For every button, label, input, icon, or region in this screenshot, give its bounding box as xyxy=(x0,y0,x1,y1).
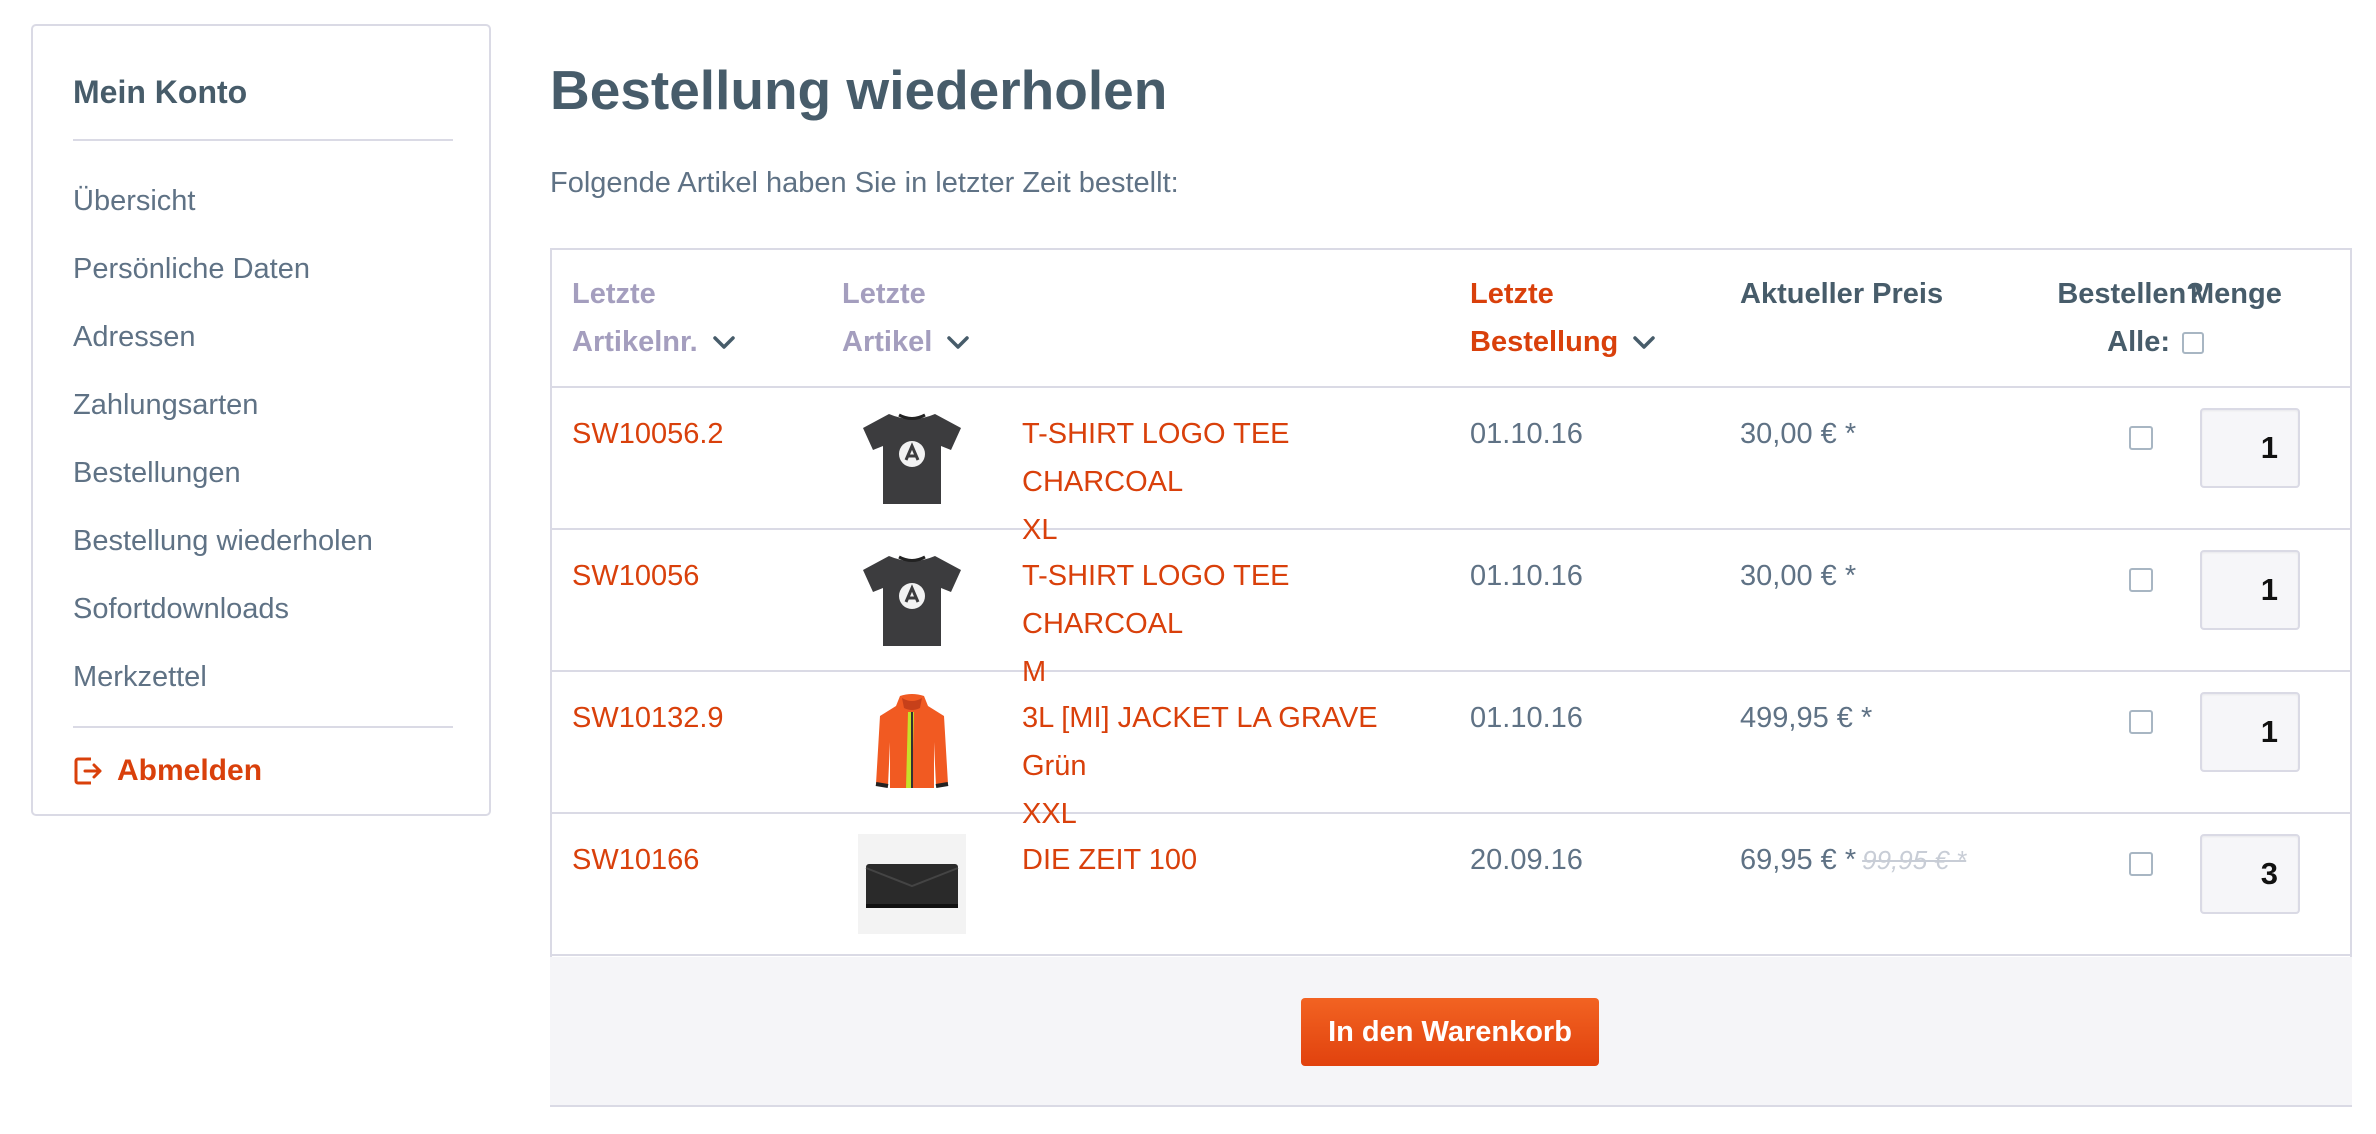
sort-by-article-number[interactable]: Letzte Artikelnr. xyxy=(572,270,736,366)
quantity-input[interactable]: 1 xyxy=(2200,408,2300,488)
order-checkbox[interactable] xyxy=(2129,852,2153,876)
header-quantity: Menge xyxy=(2190,278,2282,310)
sidebar-divider xyxy=(73,726,453,728)
table-row: SW10132.9 3L [MI] JACKET LA GRAVE Grün X… xyxy=(552,672,2350,830)
table-header: Letzte Artikelnr. Letzte Artikel Letzte … xyxy=(552,250,2350,388)
wallet-image xyxy=(858,834,966,934)
sidebar-item-merkzettel[interactable]: Merkzettel xyxy=(73,660,373,728)
tshirt-image xyxy=(863,555,961,646)
table-row: SW10166 DIE ZEIT 100 20.09.16 69,95 € * 9… xyxy=(552,814,2350,956)
header-label: Bestellen? xyxy=(2057,278,2204,310)
product-name-link[interactable]: DIE ZEIT 100 xyxy=(1022,836,1442,884)
product-image[interactable] xyxy=(857,834,967,934)
current-price: 30,00 € * xyxy=(1740,552,1856,600)
table-row: SW10056.2 T-SHIRT LOGO TEE CHARCOAL XL 0… xyxy=(552,388,2350,546)
article-number-link[interactable]: SW10056 xyxy=(572,552,699,600)
quantity-input[interactable]: 1 xyxy=(2200,692,2300,772)
header-label: Artikelnr. xyxy=(572,326,698,358)
table-row: SW10056 T-SHIRT LOGO TEE CHARCOAL M 01.1… xyxy=(552,530,2350,688)
tshirt-image xyxy=(863,413,961,504)
chevron-down-icon xyxy=(947,336,970,350)
quantity-input[interactable]: 1 xyxy=(2200,550,2300,630)
old-price: 99,95 € * xyxy=(1862,845,1967,875)
sidebar-item-persoenliche-daten[interactable]: Persönliche Daten xyxy=(73,252,373,320)
logout-icon xyxy=(74,757,102,785)
current-price: 499,95 € * xyxy=(1740,694,1872,742)
quantity-input[interactable]: 3 xyxy=(2200,834,2300,914)
header-label: Letzte xyxy=(1470,278,1554,310)
sidebar-item-sofortdownloads[interactable]: Sofortdownloads xyxy=(73,592,373,660)
sidebar-title: Mein Konto xyxy=(73,74,248,110)
chevron-down-icon xyxy=(1633,336,1655,350)
product-name-line: T-SHIRT LOGO TEE CHARCOAL xyxy=(1022,560,1290,640)
header-label: Letzte xyxy=(842,278,926,310)
intro-text: Folgende Artikel haben Sie in letzter Ze… xyxy=(550,167,1179,199)
header-order-select: Bestellen? Alle: xyxy=(2012,270,2204,366)
sidebar-item-zahlungsarten[interactable]: Zahlungsarten xyxy=(73,388,373,456)
article-number-link[interactable]: SW10132.9 xyxy=(572,694,724,742)
select-all-label: Alle: xyxy=(2107,326,2170,358)
sidebar-nav: Übersicht Persönliche Daten Adressen Zah… xyxy=(73,184,373,728)
select-all-checkbox[interactable] xyxy=(2182,332,2204,355)
jacket-image xyxy=(875,694,949,788)
current-price: 30,00 € * xyxy=(1740,410,1856,458)
article-number-link[interactable]: SW10166 xyxy=(572,836,699,884)
last-order-date: 01.10.16 xyxy=(1470,560,1583,592)
header-current-price: Aktueller Preis xyxy=(1740,278,1944,310)
table-footer: In den Warenkorb xyxy=(550,957,2352,1107)
sidebar-item-bestellung-wiederholen[interactable]: Bestellung wiederholen xyxy=(73,524,373,592)
product-name-line: 3L [MI] JACKET LA GRAVE Grün xyxy=(1022,702,1378,782)
price-value: 69,95 € * xyxy=(1740,844,1857,876)
reorder-table: Letzte Artikelnr. Letzte Artikel Letzte … xyxy=(550,248,2352,957)
article-number-link[interactable]: SW10056.2 xyxy=(572,410,724,458)
sort-by-article[interactable]: Letzte Artikel xyxy=(842,270,970,366)
product-image[interactable] xyxy=(857,550,967,650)
last-order-date: 20.09.16 xyxy=(1470,844,1583,876)
last-order-date: 01.10.16 xyxy=(1470,418,1583,450)
product-name-line: DIE ZEIT 100 xyxy=(1022,844,1198,876)
order-checkbox[interactable] xyxy=(2129,568,2153,592)
sidebar-item-bestellungen[interactable]: Bestellungen xyxy=(73,456,373,524)
header-label: Bestellung xyxy=(1470,326,1619,358)
product-image[interactable] xyxy=(857,408,967,508)
sort-by-last-order[interactable]: Letzte Bestellung xyxy=(1470,270,1656,366)
add-to-cart-button[interactable]: In den Warenkorb xyxy=(1301,998,1599,1066)
price-value: 30,00 € * xyxy=(1740,418,1857,450)
header-label: Artikel xyxy=(842,326,933,358)
logout-link[interactable]: Abmelden xyxy=(73,754,262,788)
account-sidebar: Mein Konto Übersicht Persönliche Daten A… xyxy=(31,24,491,816)
product-name-line: T-SHIRT LOGO TEE CHARCOAL xyxy=(1022,418,1290,498)
sidebar-divider xyxy=(73,139,453,141)
price-value: 30,00 € * xyxy=(1740,560,1857,592)
logout-label: Abmelden xyxy=(117,754,263,787)
order-checkbox[interactable] xyxy=(2129,710,2153,734)
order-checkbox[interactable] xyxy=(2129,426,2153,450)
chevron-down-icon xyxy=(712,336,735,350)
current-price: 69,95 € * 99,95 € * xyxy=(1740,836,1966,884)
sidebar-item-uebersicht[interactable]: Übersicht xyxy=(73,184,373,252)
last-order-date: 01.10.16 xyxy=(1470,702,1583,734)
price-value: 499,95 € * xyxy=(1740,702,1873,734)
product-image[interactable] xyxy=(857,692,967,792)
sidebar-item-adressen[interactable]: Adressen xyxy=(73,320,373,388)
header-label: Letzte xyxy=(572,278,656,310)
page-title: Bestellung wiederholen xyxy=(550,59,1168,121)
